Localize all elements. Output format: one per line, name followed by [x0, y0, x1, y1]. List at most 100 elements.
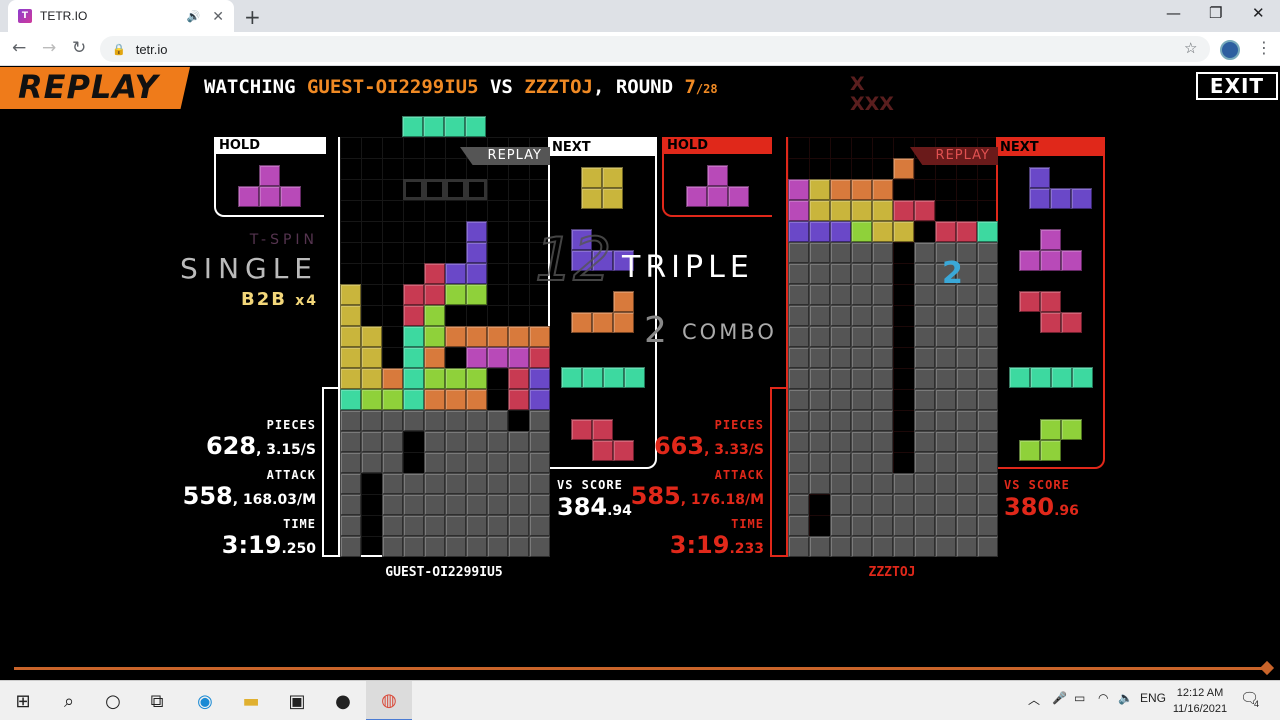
- garbage-block: [914, 305, 935, 326]
- placed-block: [466, 221, 487, 242]
- placed-block: [403, 368, 424, 389]
- microphone-icon[interactable]: 🎤: [1052, 691, 1067, 705]
- browser-menu-icon[interactable]: ⋮: [1256, 38, 1272, 57]
- garbage-block: [487, 515, 508, 536]
- piece-block: [1030, 367, 1051, 388]
- lock-icon[interactable]: 🔒: [112, 43, 126, 56]
- volume-icon[interactable]: 🔈: [1118, 691, 1133, 705]
- placed-block: [977, 221, 998, 242]
- maximize-icon[interactable]: ❐: [1209, 4, 1222, 22]
- garbage-block: [851, 368, 872, 389]
- placed-block: [466, 347, 487, 368]
- garbage-block: [529, 515, 550, 536]
- speaker-icon[interactable]: 🔊: [187, 10, 201, 23]
- store-icon[interactable]: ▣: [274, 681, 320, 720]
- piece-block: [1029, 188, 1050, 209]
- right-vs-score-label: VS SCORE: [1004, 478, 1070, 492]
- wifi-icon[interactable]: ◠: [1098, 691, 1108, 705]
- windows-start-icon[interactable]: ⊞: [0, 681, 46, 720]
- garbage-block: [830, 410, 851, 431]
- garbage-block: [788, 410, 809, 431]
- replay-progress-bar[interactable]: [14, 660, 1275, 676]
- garbage-block: [809, 305, 830, 326]
- garbage-block: [830, 536, 851, 557]
- garbage-block: [340, 452, 361, 473]
- piece-block: [602, 167, 623, 188]
- garbage-block: [977, 263, 998, 284]
- garbage-block: [340, 536, 361, 557]
- system-clock[interactable]: 12:12 AM 11/16/2021: [1166, 685, 1234, 717]
- garbage-block: [788, 347, 809, 368]
- placed-block: [340, 347, 361, 368]
- placed-block: [403, 347, 424, 368]
- replay-progress-handle[interactable]: [1259, 660, 1275, 676]
- right-pieces-label: PIECES: [714, 418, 764, 432]
- garbage-block: [872, 263, 893, 284]
- language-indicator[interactable]: ENG: [1140, 691, 1166, 705]
- window-close-icon[interactable]: ✕: [1252, 4, 1265, 22]
- garbage-block: [830, 263, 851, 284]
- profile-avatar-icon[interactable]: [1220, 40, 1240, 60]
- placed-block: [788, 221, 809, 242]
- bookmark-star-icon[interactable]: ☆: [1184, 39, 1197, 57]
- garbage-block: [487, 494, 508, 515]
- tab-close-icon[interactable]: ✕: [212, 8, 224, 25]
- garbage-block: [977, 452, 998, 473]
- garbage-block: [935, 515, 956, 536]
- reload-icon[interactable]: ↻: [72, 38, 86, 58]
- cortana-icon[interactable]: ○: [90, 681, 136, 720]
- x-marks-top: X: [850, 73, 865, 95]
- new-tab-button[interactable]: +: [244, 5, 261, 29]
- placed-block: [466, 368, 487, 389]
- browser-tab[interactable]: T TETR.IO 🔊 ✕: [8, 0, 234, 32]
- chrome-icon[interactable]: ◍: [366, 681, 412, 720]
- garbage-block: [508, 494, 529, 515]
- garbage-block: [977, 368, 998, 389]
- minimize-icon[interactable]: —: [1166, 4, 1181, 22]
- placed-block: [893, 221, 914, 242]
- search-icon[interactable]: ⌕: [46, 681, 92, 720]
- garbage-block: [788, 242, 809, 263]
- garbage-block: [830, 452, 851, 473]
- garbage-block: [487, 410, 508, 431]
- placed-block: [529, 347, 550, 368]
- piece-block: [1019, 250, 1040, 271]
- piece-block: [624, 367, 645, 388]
- tray-chevron-icon[interactable]: ︿: [1028, 691, 1040, 708]
- garbage-block: [956, 515, 977, 536]
- file-explorer-icon[interactable]: ▬: [228, 681, 274, 720]
- forward-icon[interactable]: →: [42, 38, 56, 58]
- garbage-block: [851, 515, 872, 536]
- garbage-block: [977, 242, 998, 263]
- exit-button[interactable]: EXIT: [1196, 72, 1278, 100]
- garbage-block: [809, 242, 830, 263]
- right-next-box: NEXT: [997, 137, 1105, 469]
- obs-icon[interactable]: ●: [320, 681, 366, 720]
- left-attack-value: 558, 168.03/M: [150, 482, 316, 510]
- garbage-block: [788, 515, 809, 536]
- placed-block: [424, 368, 445, 389]
- garbage-block: [872, 410, 893, 431]
- piece-block: [561, 367, 582, 388]
- address-bar[interactable]: 🔒 tetr.io: [100, 36, 1210, 62]
- battery-icon[interactable]: ▭: [1074, 691, 1085, 705]
- garbage-block: [508, 473, 529, 494]
- garbage-block: [914, 536, 935, 557]
- task-view-icon[interactable]: ⧉: [134, 681, 180, 720]
- placed-block: [914, 200, 935, 221]
- edge-icon[interactable]: ◉: [182, 681, 228, 720]
- garbage-block: [914, 473, 935, 494]
- right-attack-rate: , 176.18/M: [680, 492, 764, 508]
- right-time-label: TIME: [731, 517, 764, 531]
- right-next-label: NEXT: [997, 139, 1103, 156]
- left-pieces-count: 628: [205, 432, 257, 460]
- placed-block: [529, 389, 550, 410]
- placed-block: [340, 368, 361, 389]
- garbage-block: [809, 410, 830, 431]
- placed-block: [893, 200, 914, 221]
- garbage-block: [935, 473, 956, 494]
- back-icon[interactable]: ←: [12, 38, 26, 58]
- clock-date: 11/16/2021: [1172, 703, 1228, 715]
- garbage-block: [830, 284, 851, 305]
- left-time-ms: .250: [281, 541, 316, 557]
